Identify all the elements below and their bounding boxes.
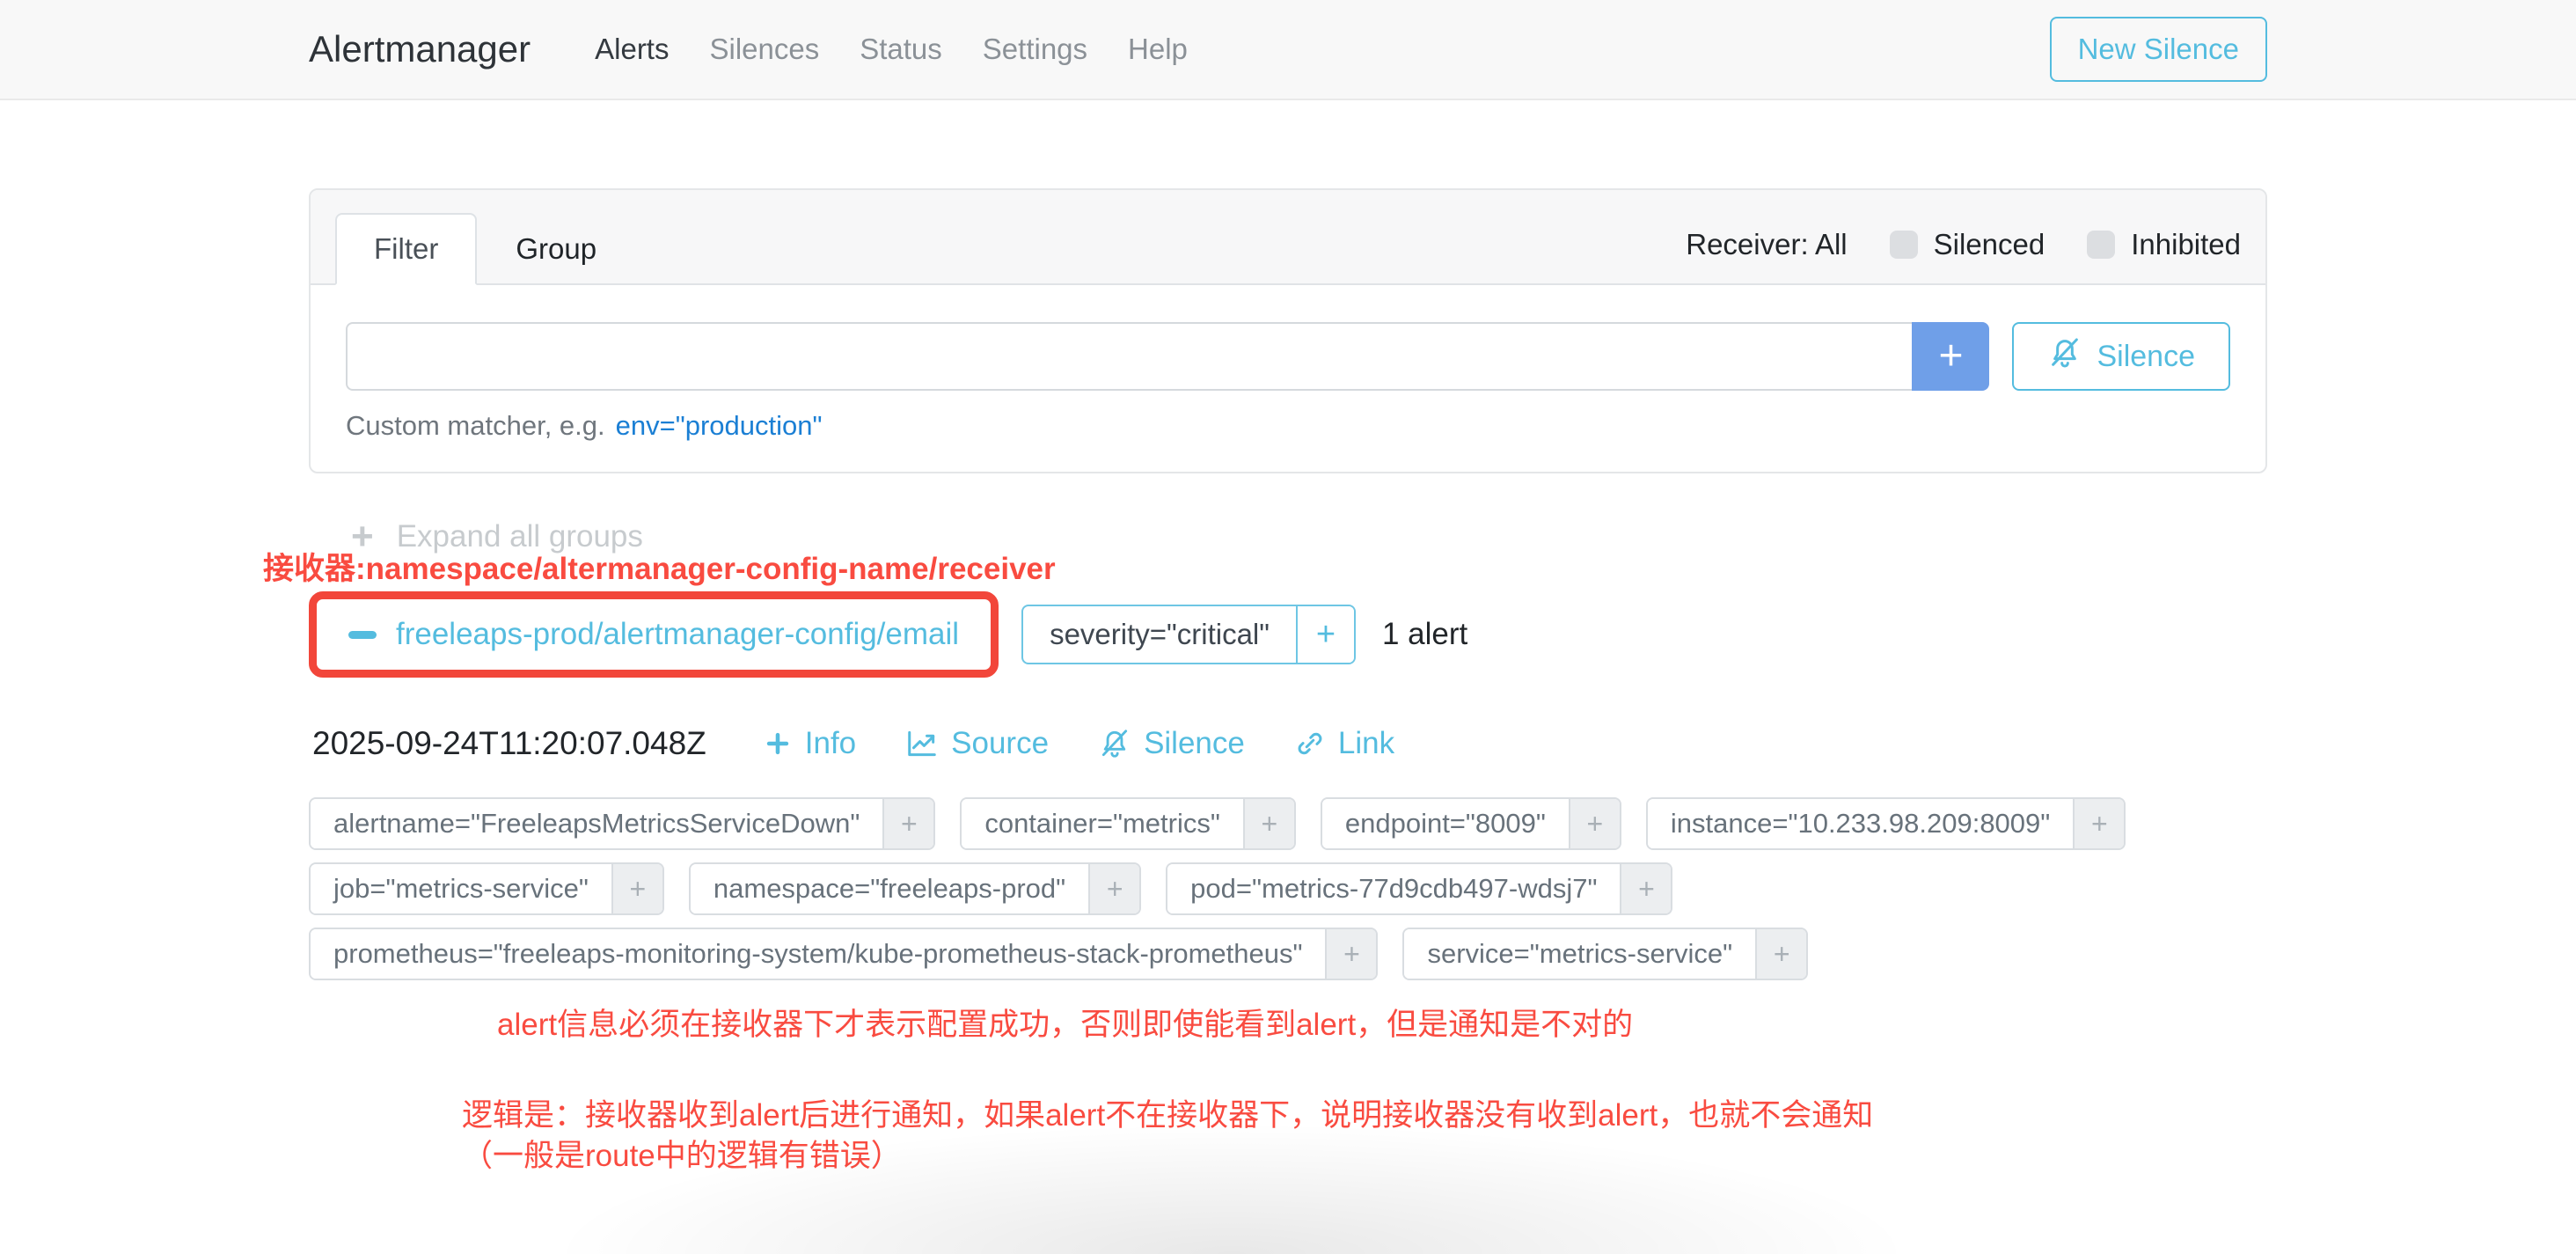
receiver-group-label: freeleaps-prod/alertmanager-config/email	[396, 617, 959, 652]
group-matcher-chip: severity="critical" +	[1021, 605, 1356, 664]
label-tag-namespace: namespace="freeleaps-prod" +	[689, 862, 1141, 915]
label-add-button[interactable]: +	[1620, 864, 1671, 913]
source-label: Source	[951, 726, 1049, 761]
label-add-button[interactable]: +	[1325, 929, 1376, 979]
filter-card-body: + Silence Custom matcher, e.g. env="produ…	[311, 285, 2265, 472]
link-icon	[1294, 728, 1326, 759]
bell-slash-icon	[2047, 335, 2082, 378]
label-tag-service: service="metrics-service" +	[1402, 928, 1808, 980]
red-annotation-paragraph: 逻辑是：接收器收到alert后进行通知，如果alert不在接收器下，说明接收器没…	[462, 1096, 2267, 1177]
receiver-red-annotation: 接收器:namespace/altermanager-config-name/r…	[263, 544, 1056, 589]
info-button[interactable]: Info	[738, 726, 881, 761]
plus-icon: +	[351, 517, 374, 556]
label-tag-prometheus: prometheus="freeleaps-monitoring-system/…	[309, 928, 1378, 980]
silence-alert-label: Silence	[1144, 726, 1245, 761]
nav-item-alerts[interactable]: Alerts	[595, 33, 669, 66]
filter-tabs: Filter Group	[335, 213, 635, 283]
inhibited-label: Inhibited	[2131, 228, 2241, 261]
nav-item-status[interactable]: Status	[860, 33, 942, 66]
bell-slash-icon	[1098, 727, 1131, 760]
red-highlight-box: freeleaps-prod/alertmanager-config/email	[309, 591, 999, 678]
label-add-button[interactable]: +	[1569, 799, 1620, 848]
label-tag-alertname: alertname="FreeleapsMetricsServiceDown" …	[309, 797, 935, 850]
silenced-filter[interactable]: Silenced	[1890, 228, 2045, 261]
receiver-dropdown[interactable]: Receiver: All	[1686, 228, 1847, 261]
silence-alert-button[interactable]: Silence	[1073, 726, 1270, 761]
red-annotation-line2: 逻辑是：接收器收到alert后进行通知，如果alert不在接收器下，说明接收器没…	[462, 1096, 2267, 1136]
plus-icon	[763, 729, 793, 759]
tab-filter[interactable]: Filter	[335, 213, 477, 285]
label-add-button[interactable]: +	[1243, 799, 1294, 848]
red-annotation-line3: （一般是route中的逻辑有错误）	[462, 1136, 2267, 1177]
red-annotation-line1: alert信息必须在接收器下才表示配置成功，否则即使能看到alert，但是通知是…	[497, 1000, 2267, 1045]
link-label: Link	[1338, 726, 1394, 761]
hint-example-link[interactable]: env="production"	[616, 410, 823, 441]
nav-item-help[interactable]: Help	[1128, 33, 1188, 66]
new-silence-button[interactable]: New Silence	[2050, 17, 2267, 82]
silenced-checkbox[interactable]	[1890, 231, 1918, 259]
matcher-hint: Custom matcher, e.g. env="production"	[346, 410, 2230, 442]
app-brand[interactable]: Alertmanager	[309, 28, 531, 70]
hint-text: Custom matcher, e.g.	[346, 410, 605, 441]
receiver-group-row: freeleaps-prod/alertmanager-config/email…	[309, 591, 2267, 678]
source-button[interactable]: Source	[881, 726, 1073, 761]
label-tag-instance: instance="10.233.98.209:8009" +	[1646, 797, 2126, 850]
silence-filter-button[interactable]: Silence	[2012, 322, 2230, 391]
info-label: Info	[805, 726, 856, 761]
nav-item-settings[interactable]: Settings	[983, 33, 1087, 66]
silenced-label: Silenced	[1934, 228, 2045, 261]
link-button[interactable]: Link	[1270, 726, 1419, 761]
label-tag-job: job="metrics-service" +	[309, 862, 664, 915]
expand-all-groups-button[interactable]: + Expand all groups 接收器:namespace/alterm…	[309, 517, 643, 556]
label-tag-container: container="metrics" +	[960, 797, 1296, 850]
label-add-button[interactable]: +	[1755, 929, 1806, 979]
matcher-input[interactable]	[346, 322, 1912, 391]
nav-item-silences[interactable]: Silences	[709, 33, 819, 66]
filter-card-header: Filter Group Receiver: All Silenced Inhi…	[311, 190, 2265, 285]
alert-header-row: 2025-09-24T11:20:07.048Z Info	[309, 725, 2267, 762]
inhibited-filter[interactable]: Inhibited	[2087, 228, 2241, 261]
alert-timestamp: 2025-09-24T11:20:07.048Z	[312, 725, 706, 762]
filter-card: Filter Group Receiver: All Silenced Inhi…	[309, 188, 2267, 473]
label-tag-pod: pod="metrics-77d9cdb497-wdsj7" +	[1166, 862, 1672, 915]
alert-count: 1 alert	[1382, 617, 1467, 652]
group-matcher-add-button[interactable]: +	[1296, 606, 1354, 663]
label-add-button[interactable]: +	[882, 799, 933, 848]
top-navbar: Alertmanager Alerts Silences Status Sett…	[0, 0, 2576, 100]
group-matcher-label: severity="critical"	[1023, 606, 1296, 663]
inhibited-checkbox[interactable]	[2087, 231, 2115, 259]
label-add-button[interactable]: +	[611, 864, 662, 913]
alert-labels: alertname="FreeleapsMetricsServiceDown" …	[309, 797, 2267, 980]
chart-line-icon	[905, 727, 939, 760]
silence-button-label: Silence	[2097, 340, 2195, 374]
tab-group[interactable]: Group	[477, 213, 635, 285]
label-add-button[interactable]: +	[2073, 799, 2124, 848]
receiver-group-button[interactable]: freeleaps-prod/alertmanager-config/email	[326, 606, 982, 663]
collapse-minus-icon	[348, 631, 377, 639]
label-tag-endpoint: endpoint="8009" +	[1321, 797, 1621, 850]
expand-all-groups-label: Expand all groups	[397, 519, 643, 554]
label-add-button[interactable]: +	[1088, 864, 1139, 913]
add-matcher-button[interactable]: +	[1912, 322, 1989, 391]
